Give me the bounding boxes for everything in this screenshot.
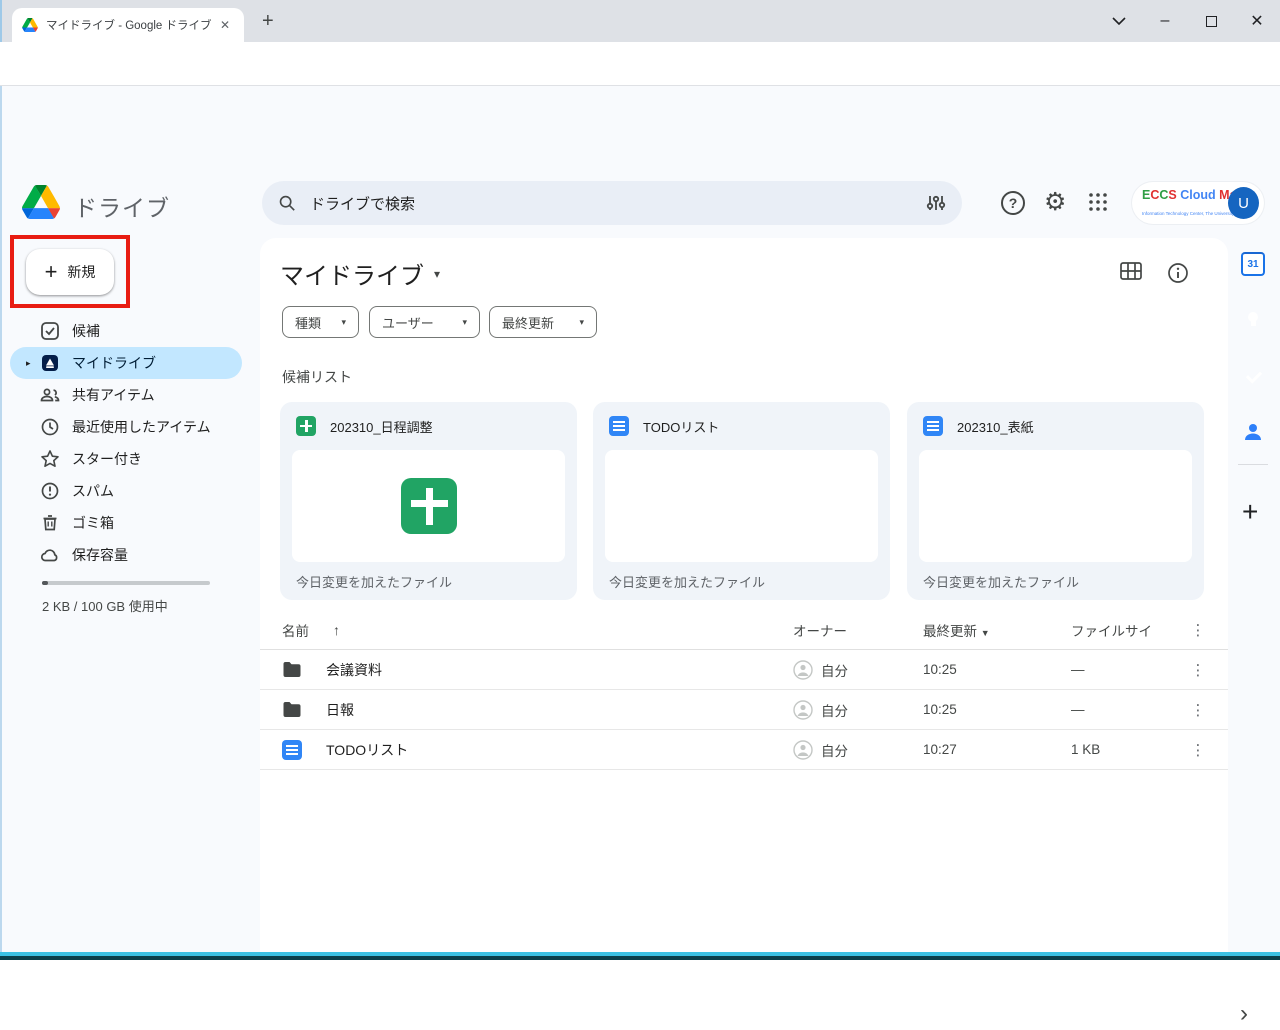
owner-avatar-icon [793,660,813,680]
settings-gear-icon[interactable]: ⚙ [1044,187,1066,217]
storage-progress-bar [42,581,210,585]
suggestion-card[interactable]: 202310_表紙 今日変更を加えたファイル [907,402,1204,600]
tab-search-chevron-icon[interactable] [1096,0,1142,42]
clock-icon [40,417,60,437]
sidebar-nav: 候補 ▸ マイドライブ 共有アイテム 最近使用したアイテム [10,315,242,571]
drive-favicon-icon [22,18,38,32]
col-header-owner[interactable]: オーナー [793,620,923,640]
folder-icon [282,701,302,718]
docs-file-icon [923,416,943,436]
rail-divider [1238,464,1268,465]
sort-ascending-icon[interactable]: ↑ [333,622,340,638]
expand-arrow-icon[interactable]: ▸ [26,358,31,369]
window-close-button[interactable]: ✕ [1234,0,1280,42]
sort-descending-icon: ▼ [981,628,990,638]
drive-app: ドライブ ドライブで検索 ? ⚙ ECCS Clo [0,86,1280,953]
page-title[interactable]: マイドライブ ▾ [280,256,440,291]
search-options-icon[interactable] [926,193,946,213]
sidebar-item-suggested[interactable]: 候補 [10,315,242,347]
filter-chip-people[interactable]: ユーザー ▾ [369,306,480,338]
sidebar-item-spam[interactable]: スパム [10,475,242,507]
sidebar-item-recent[interactable]: 最近使用したアイテム [10,411,242,443]
trash-icon [40,513,60,533]
drive-logo-text: ドライブ [74,189,170,223]
browser-tabstrip: マイドライブ - Google ドライブ ✕ + – ✕ [0,0,1280,42]
sidebar-item-trash[interactable]: ゴミ箱 [10,507,242,539]
table-options-kebab-icon[interactable]: ⋮ [1178,621,1218,639]
help-icon[interactable]: ? [1001,191,1025,215]
col-header-size[interactable]: ファイルサイ [1071,620,1178,640]
drive-logo-icon[interactable] [22,185,60,219]
search-placeholder: ドライブで検索 [310,193,926,214]
apps-grid-icon[interactable] [1088,192,1108,212]
col-header-modified[interactable]: 最終更新 ▼ [923,620,1071,640]
table-row[interactable]: 日報 自分 10:25 — ⋮ [260,690,1228,730]
check-square-icon [40,321,60,341]
suggestion-card[interactable]: TODOリスト 今日変更を加えたファイル [593,402,890,600]
annotation-red-box [10,235,130,308]
new-tab-button[interactable]: + [262,10,274,32]
sidebar-item-starred[interactable]: スター付き [10,443,242,475]
screen: マイドライブ - Google ドライブ ✕ + – ✕ ← → ↻ drive… [0,0,1280,960]
window-maximize-button[interactable] [1188,0,1234,42]
account-avatar[interactable]: U [1228,187,1259,219]
eccs-account-badge[interactable]: ECCS Cloud Mail Information Technology C… [1132,182,1264,224]
screen-edge [0,956,1280,960]
table-header-row: 名前 ↑ オーナー 最終更新 ▼ ファイルサイ ⋮ [260,610,1228,650]
row-kebab-icon[interactable]: ⋮ [1178,661,1218,679]
people-icon [40,385,60,405]
chevron-down-icon: ▾ [579,317,584,328]
star-icon [40,449,60,469]
table-row[interactable]: TODOリスト 自分 10:27 1 KB ⋮ [260,730,1228,770]
col-header-name[interactable]: 名前 [282,620,309,640]
info-icon[interactable] [1167,262,1189,284]
filter-chip-modified[interactable]: 最終更新 ▾ [489,306,597,338]
owner-avatar-icon [793,740,813,760]
chevron-down-icon: ▾ [341,317,346,328]
search-icon [278,194,296,212]
sidebar-item-shared[interactable]: 共有アイテム [10,379,242,411]
filter-chip-type[interactable]: 種類 ▾ [282,306,359,338]
grid-view-icon[interactable] [1120,262,1142,280]
tab-close-icon[interactable]: ✕ [216,16,234,34]
row-kebab-icon[interactable]: ⋮ [1178,701,1218,719]
table-row[interactable]: 会議資料 自分 10:25 — ⋮ [260,650,1228,690]
file-preview [292,450,565,562]
suggestions-label: 候補リスト [282,367,352,387]
browser-toolbar: ← → ↻ drive.google.com/drive/my-drive ☆ … [0,42,1280,86]
spam-icon [40,481,60,501]
file-preview [919,450,1192,562]
tab-title: マイドライブ - Google ドライブ [46,17,216,33]
eccs-logo: ECCS Cloud Mail Information Technology C… [1142,187,1226,219]
search-bar[interactable]: ドライブで検索 [262,181,962,225]
contacts-icon[interactable] [1241,420,1265,444]
my-drive-icon [40,353,60,373]
window-minimize-button[interactable]: – [1142,0,1188,42]
collapse-rail-chevron-icon[interactable]: › [1240,1000,1248,1028]
sidebar-item-storage[interactable]: 保存容量 [10,539,242,571]
owner-avatar-icon [793,700,813,720]
title-caret-icon: ▾ [434,267,440,281]
calendar-icon[interactable]: 31 [1241,252,1265,276]
sheets-preview-icon [401,478,457,534]
add-companion-app-button[interactable]: + [1242,496,1258,528]
storage-usage-text: 2 KB / 100 GB 使用中 [42,596,168,615]
cloud-icon [40,545,60,565]
main-panel: マイドライブ ▾ 種類 ▾ ユーザー ▾ 最終更新 ▾ 候補リスト [260,238,1228,1030]
file-preview [605,450,878,562]
chevron-down-icon: ▾ [462,317,467,328]
suggestion-card[interactable]: 202310_日程調整 今日変更を加えたファイル [280,402,577,600]
docs-file-icon [282,740,302,760]
browser-tab[interactable]: マイドライブ - Google ドライブ ✕ [12,8,244,42]
folder-icon [282,661,302,678]
sidebar-item-my-drive[interactable]: ▸ マイドライブ [10,347,242,379]
docs-file-icon [609,416,629,436]
file-table: 名前 ↑ オーナー 最終更新 ▼ ファイルサイ ⋮ [260,610,1228,770]
sheets-file-icon [296,416,316,436]
row-kebab-icon[interactable]: ⋮ [1178,741,1218,759]
